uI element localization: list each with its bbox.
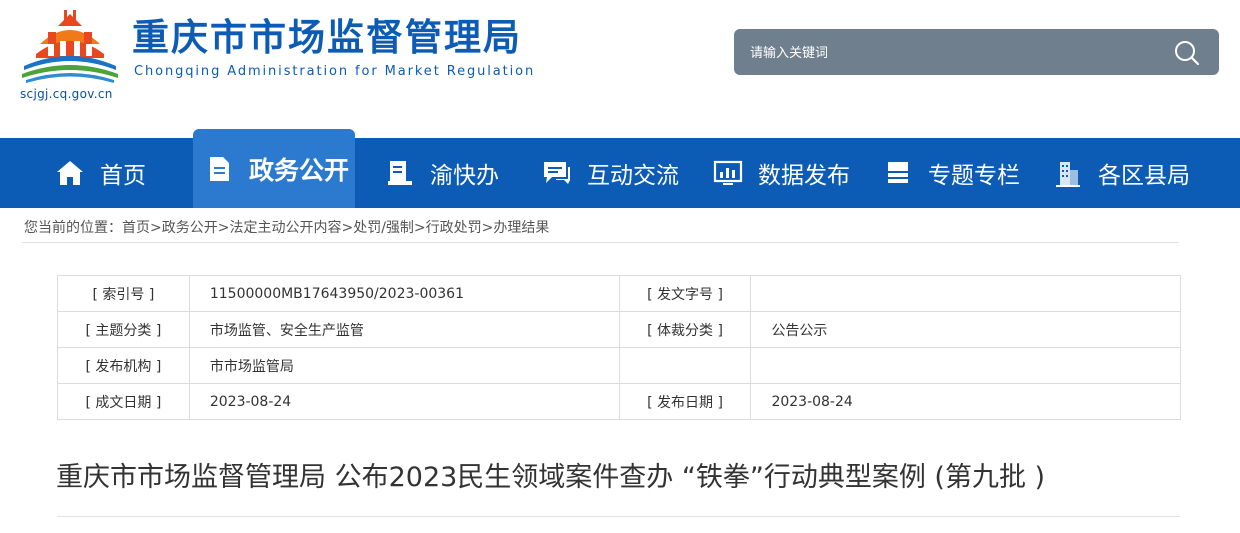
- breadcrumb-separator: >: [150, 220, 162, 236]
- breadcrumb-separator: >: [413, 220, 426, 236]
- nav-item-label: 数据发布: [758, 163, 850, 189]
- nav-item-yukuaiban[interactable]: 渝快办: [384, 138, 499, 208]
- search-box: [734, 29, 1219, 77]
- meta-value: 市场监管、安全生产监管: [188, 311, 620, 348]
- meta-value: [750, 275, 1181, 312]
- breadcrumb-results[interactable]: 办理结果: [493, 220, 549, 236]
- meta-value: 市市场监管局: [188, 347, 620, 384]
- nav-item-district-bureaus[interactable]: 各区县局: [1052, 138, 1190, 208]
- chart-icon: [712, 157, 744, 189]
- search-input[interactable]: [748, 29, 1152, 77]
- breadcrumb-divider: [22, 242, 1179, 243]
- nav-item-data-release[interactable]: 数据发布: [712, 138, 850, 208]
- site-domain: scjgj.cq.gov.cn: [20, 87, 113, 101]
- breadcrumb-penalty-enforcement[interactable]: 处罚/强制: [353, 220, 414, 236]
- title-divider: [57, 516, 1180, 517]
- site-name-english: Chongqing Administration for Market Regu…: [134, 64, 536, 79]
- nav-item-label: 渝快办: [430, 163, 499, 189]
- breadcrumb-separator: >: [217, 220, 230, 236]
- nav-item-label: 互动交流: [587, 163, 679, 189]
- document-icon: [203, 153, 235, 185]
- meta-label: [ 发文字号 ]: [618, 275, 752, 312]
- breadcrumb-separator: >: [481, 220, 494, 236]
- nav-item-label: 专题专栏: [928, 163, 1020, 189]
- breadcrumb-separator: >: [341, 220, 354, 236]
- meta-value: 2023-08-24: [750, 383, 1181, 420]
- document-meta-table: [ 索引号 ] 11500000MB17643950/2023-00361 [ …: [57, 275, 1181, 420]
- table-row: [ 主题分类 ] 市场监管、安全生产监管 [ 体裁分类 ] 公告公示: [57, 311, 1181, 348]
- chat-icon: [541, 157, 573, 189]
- article-title: 重庆市市场监督管理局 公布2023民生领域案件查办 “铁拳”行动典型案例 (第九…: [56, 462, 1046, 493]
- city-emblem-logo[interactable]: [18, 8, 122, 86]
- home-icon: [54, 157, 86, 189]
- breadcrumb-administrative-penalty[interactable]: 行政处罚: [426, 220, 482, 236]
- meta-label: [ 成文日期 ]: [57, 383, 190, 420]
- meta-label: [ 体裁分类 ]: [618, 311, 752, 348]
- nav-item-government-affairs[interactable]: 政务公开: [193, 129, 355, 208]
- table-row: [ 发布机构 ] 市市场监管局: [57, 347, 1181, 384]
- meta-value: 2023-08-24: [188, 383, 620, 420]
- nav-item-label: 政务公开: [249, 155, 350, 185]
- breadcrumb-statutory-disclosure[interactable]: 法定主动公开内容: [229, 220, 341, 236]
- meta-label: [618, 347, 752, 384]
- meta-value: 公告公示: [750, 311, 1181, 348]
- form-icon: [384, 157, 416, 189]
- breadcrumb: 您当前的位置：首页>政务公开>法定主动公开内容>处罚/强制>行政处罚>办理结果: [24, 217, 549, 237]
- table-row: [ 索引号 ] 11500000MB17643950/2023-00361 [ …: [57, 275, 1181, 312]
- meta-label: [ 发布机构 ]: [57, 347, 190, 384]
- meta-label: [ 主题分类 ]: [57, 311, 190, 348]
- nav-item-label: 首页: [100, 163, 146, 189]
- nav-item-interaction[interactable]: 互动交流: [541, 138, 679, 208]
- building-icon: [1052, 157, 1084, 189]
- nav-item-home[interactable]: 首页: [54, 138, 146, 208]
- breadcrumb-government-affairs[interactable]: 政务公开: [162, 220, 218, 236]
- breadcrumb-home[interactable]: 首页: [122, 220, 150, 236]
- meta-label: [ 发布日期 ]: [618, 383, 752, 420]
- meta-value: [750, 347, 1181, 384]
- table-row: [ 成文日期 ] 2023-08-24 [ 发布日期 ] 2023-08-24: [57, 383, 1181, 420]
- nav-item-special-column[interactable]: 专题专栏: [882, 138, 1020, 208]
- list-icon: [882, 157, 914, 189]
- breadcrumb-prefix: 您当前的位置：: [24, 220, 122, 236]
- site-name[interactable]: 重庆市市场监督管理局: [132, 14, 522, 62]
- search-icon[interactable]: [1173, 39, 1201, 67]
- meta-label: [ 索引号 ]: [57, 275, 190, 312]
- site-header: scjgj.cq.gov.cn 重庆市市场监督管理局 Chongqing Adm…: [0, 0, 1240, 138]
- main-nav: 首页 政务公开 渝快办 互动交流 数据发布 专题专栏 各区县局: [0, 129, 1240, 208]
- meta-value: 11500000MB17643950/2023-00361: [188, 275, 620, 312]
- nav-item-label: 各区县局: [1098, 163, 1190, 189]
